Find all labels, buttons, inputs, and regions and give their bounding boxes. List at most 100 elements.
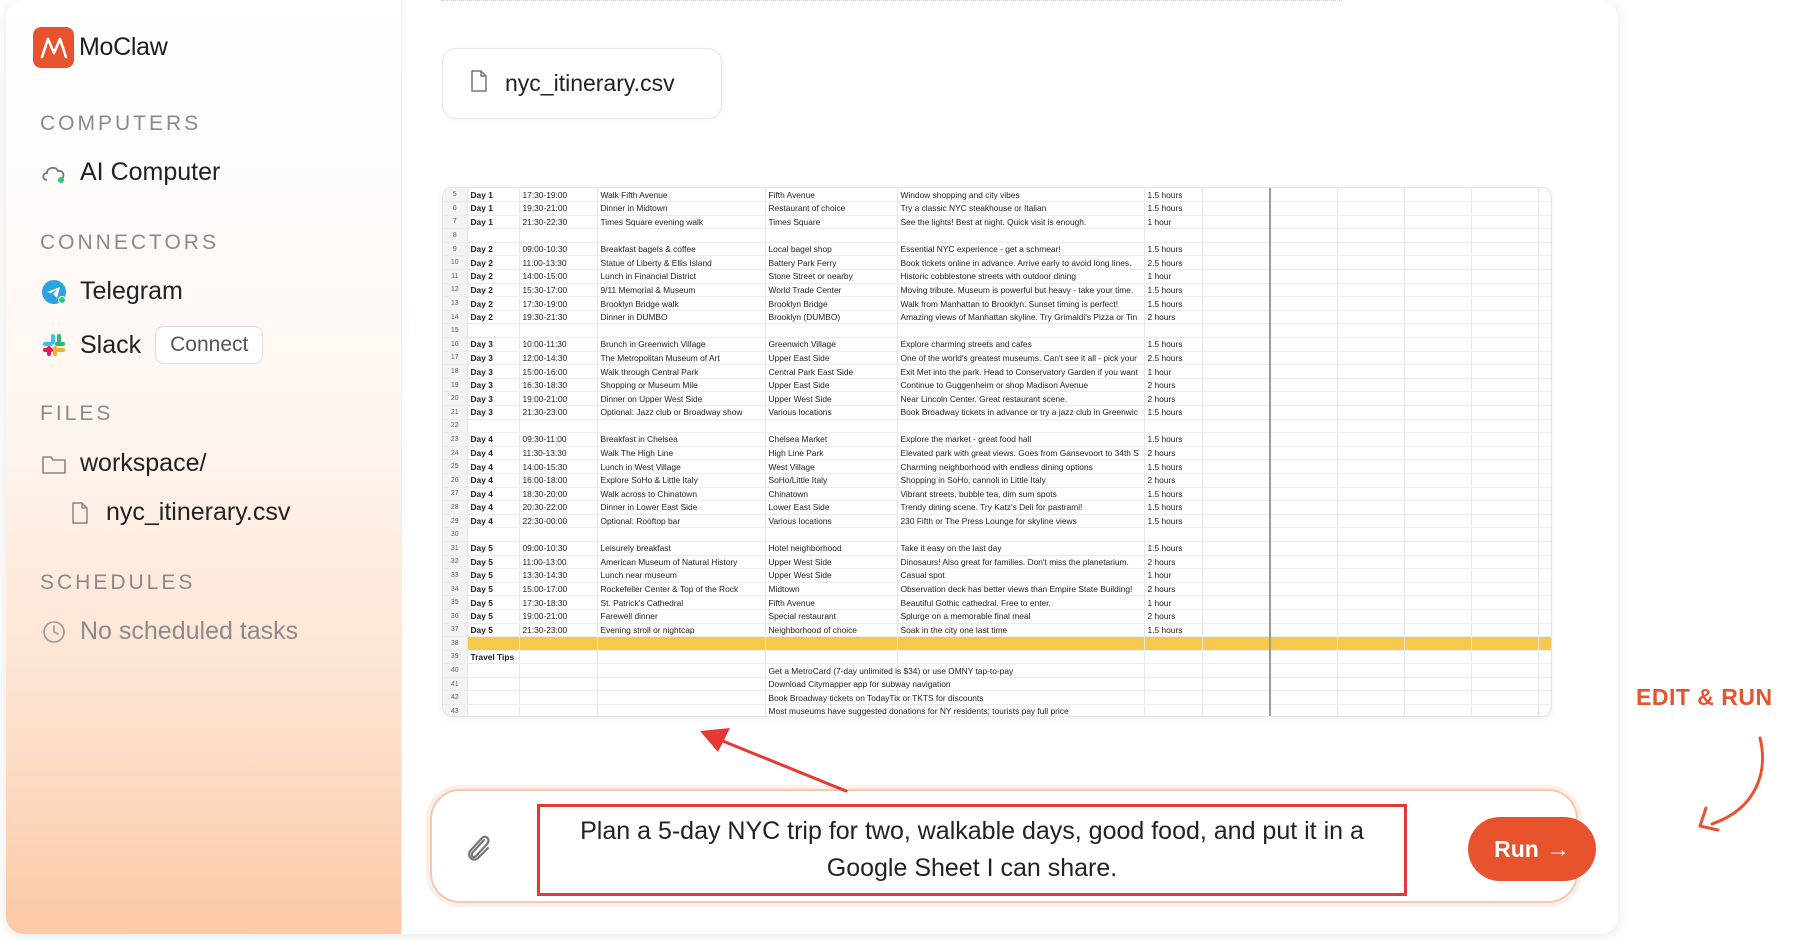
table-cell[interactable] [1404,351,1472,366]
table-cell[interactable] [519,419,598,434]
table-cell[interactable]: Lunch near museum [597,568,766,583]
table-cell[interactable] [897,323,1145,339]
table-cell[interactable] [1538,555,1551,570]
table-cell[interactable] [1270,228,1338,243]
table-cell[interactable]: Day 4 [467,500,520,515]
row-number-cell[interactable]: 5 [443,188,468,203]
table-cell[interactable]: St. Patrick's Cathedral [597,595,766,610]
table-cell[interactable]: Day 3 [467,364,520,379]
table-cell[interactable] [467,663,520,678]
table-cell[interactable] [1404,432,1472,447]
table-cell[interactable]: Brooklyn Bridge walk [597,296,766,311]
table-cell[interactable] [1471,636,1539,651]
table-cell[interactable]: Dinosaurs! Also great for families. Don'… [897,555,1145,570]
row-number-cell[interactable]: 20 [443,391,468,406]
table-cell[interactable] [1471,704,1539,716]
table-cell[interactable] [1538,337,1551,352]
table-cell[interactable]: 17:30-19:00 [519,296,598,311]
table-cell[interactable] [1471,337,1539,352]
table-cell[interactable]: 1.5 hours [1144,623,1203,638]
table-cell[interactable] [1471,242,1539,257]
table-cell[interactable]: Day 5 [467,623,520,638]
table-cell[interactable] [1144,677,1203,692]
table-cell[interactable] [1202,364,1271,379]
table-cell[interactable]: Day 5 [467,541,520,556]
table-cell[interactable] [597,663,766,678]
table-cell[interactable] [1202,419,1271,434]
table-cell[interactable]: High Line Park [765,446,898,461]
table-cell[interactable] [519,636,598,651]
table-cell[interactable] [1404,296,1472,311]
table-cell[interactable] [1202,582,1271,597]
table-cell[interactable] [1337,473,1405,488]
table-cell[interactable] [1202,473,1271,488]
table-cell[interactable] [1270,188,1338,203]
table-cell[interactable] [1337,201,1405,216]
table-cell[interactable]: Lower East Side [765,500,898,515]
table-cell[interactable] [1337,364,1405,379]
table-cell[interactable] [1337,432,1405,447]
table-cell[interactable] [1202,609,1271,624]
table-cell[interactable] [1202,527,1271,542]
table-cell[interactable]: 1.5 hours [1144,541,1203,556]
table-cell[interactable]: 1 hour [1144,568,1203,583]
table-cell[interactable] [1404,636,1472,651]
table-cell[interactable]: Day 2 [467,296,520,311]
table-cell[interactable] [1404,500,1472,515]
table-cell[interactable]: 1.5 hours [1144,242,1203,257]
table-cell[interactable] [1144,650,1203,665]
row-number-cell[interactable]: 10 [443,255,468,271]
table-cell[interactable] [1404,419,1472,434]
table-cell[interactable]: 2.5 hours [1144,255,1203,271]
table-cell[interactable]: Day 2 [467,310,520,325]
table-cell[interactable] [1471,391,1539,406]
table-cell[interactable]: Evening stroll or nightcap [597,623,766,638]
table-cell[interactable] [1471,378,1539,393]
table-cell[interactable]: Lunch in West Village [597,459,766,474]
sidebar-item-workspace-folder[interactable]: workspace/ [40,449,206,478]
table-cell[interactable]: Elevated park with great views. Goes fro… [897,446,1145,461]
table-cell[interactable]: 1.5 hours [1144,487,1203,502]
table-cell[interactable]: Moving tribute. Museum is powerful but h… [897,283,1145,298]
table-cell[interactable]: Walk Fifth Avenue [597,188,766,203]
table-cell[interactable]: 2 hours [1144,378,1203,393]
table-cell[interactable]: 16:00-18:00 [519,473,598,488]
table-cell[interactable] [1471,623,1539,638]
table-cell[interactable]: Splurge on a memorable final meal [897,609,1145,624]
table-cell[interactable] [1538,568,1551,583]
table-cell[interactable]: Beautiful Gothic cathedral. Free to ente… [897,595,1145,610]
table-cell[interactable]: Day 4 [467,487,520,502]
table-cell[interactable] [1270,514,1338,529]
table-cell[interactable] [1270,215,1338,230]
sidebar-item-ai-computer[interactable]: AI Computer [40,158,220,187]
table-cell[interactable]: Book tickets online in advance. Arrive e… [897,255,1145,271]
table-cell[interactable] [467,323,520,339]
table-cell[interactable]: Farewell dinner [597,609,766,624]
table-cell[interactable]: Day 1 [467,188,520,203]
table-cell[interactable]: Breakfast bagels & coffee [597,242,766,257]
table-cell[interactable]: 2 hours [1144,582,1203,597]
table-cell[interactable] [1538,228,1551,243]
row-number-cell[interactable]: 33 [443,568,468,583]
table-cell[interactable] [1538,704,1551,716]
table-cell[interactable]: Optional: Jazz club or Broadway show [597,405,766,420]
table-cell[interactable]: Book Broadway tickets on TodayTix or TKT… [765,690,983,706]
table-cell[interactable] [1337,459,1405,474]
table-cell[interactable]: Try a classic NYC steakhouse or Italian [897,201,1145,216]
table-cell[interactable] [1202,255,1271,271]
table-cell[interactable] [1471,487,1539,502]
row-number-cell[interactable]: 11 [443,269,468,284]
table-cell[interactable] [1471,255,1539,271]
table-cell[interactable] [765,650,898,665]
table-cell[interactable] [1471,650,1539,665]
table-cell[interactable]: Day 2 [467,242,520,257]
table-cell[interactable] [1337,228,1405,243]
table-cell[interactable] [1337,419,1405,434]
table-cell[interactable] [1270,690,1338,706]
spreadsheet-preview[interactable]: 5 Day 1 17:30-19:00 Walk Fifth Avenue Fifth … [442,187,1552,717]
table-cell[interactable]: Amazing views of Manhattan skyline. Try … [897,310,1145,325]
table-cell[interactable] [1270,541,1338,556]
table-cell[interactable]: Day 5 [467,555,520,570]
table-cell[interactable] [1337,487,1405,502]
table-cell[interactable] [597,419,766,434]
